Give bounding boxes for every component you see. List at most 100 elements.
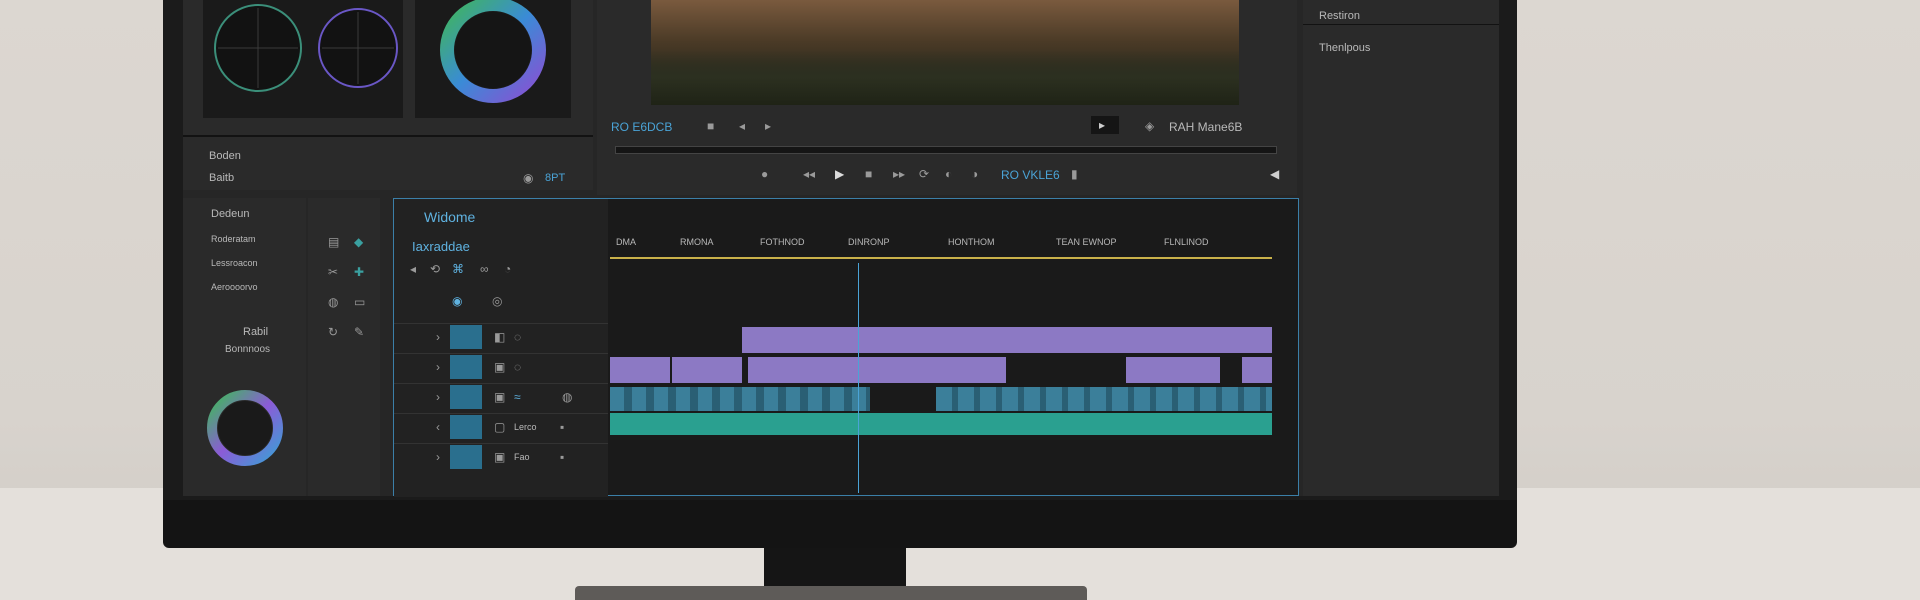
track-name-1: Lerco (514, 422, 537, 432)
collapse-icon[interactable]: ◀ (1270, 168, 1279, 180)
track-audio-icon-3[interactable]: ▣ (494, 451, 505, 463)
timeline-panel: Widome Iaxraddae ◂ ⟲ ⌘ ∞ ◔ ◉ ◎ › ◧ ◌ › ▣… (393, 198, 1299, 497)
timecode-left: RO E6DCB (611, 120, 673, 134)
audio-clip-1[interactable] (610, 387, 870, 411)
tool-icon-4[interactable]: ✚ (354, 266, 364, 278)
track-thumb-1 (450, 325, 482, 349)
ruler-label-2: RMONA (680, 237, 714, 247)
sync-icon[interactable]: ⟲ (430, 263, 440, 275)
diamond-icon[interactable]: ◈ (1145, 120, 1154, 132)
color-wheels (214, 4, 398, 92)
ruler-label-7: FLNLINOD (1164, 237, 1209, 247)
doc-icon[interactable]: ▤ (328, 236, 339, 248)
out-point-icon[interactable]: ◑ (971, 168, 978, 180)
track-eye-icon-3[interactable]: ◌ (514, 361, 521, 373)
left-item-3[interactable]: Aeroooorvo (211, 282, 258, 292)
color-label-2: Baitb (209, 172, 235, 184)
skip-icon[interactable]: ▸▸ (893, 168, 905, 180)
track-audio-icon[interactable]: ▣ (494, 391, 505, 403)
left-column: Dedeun Roderatam Lessroacon Aeroooorvo R… (183, 198, 306, 496)
tool-icon-8[interactable]: ✎ (354, 326, 364, 338)
video-clip-3[interactable] (672, 357, 742, 383)
tool-icon-5[interactable]: ◍ (328, 296, 338, 308)
left-item-1[interactable]: Roderatam (211, 234, 256, 244)
clips-area (610, 263, 1272, 493)
marker-icon[interactable]: ◔ (504, 263, 511, 275)
step-back-icon[interactable]: ◂◂ (803, 168, 815, 180)
track-mute-icon[interactable]: ◍ (562, 391, 572, 403)
color-wheel-small[interactable] (183, 376, 306, 496)
link-icon[interactable]: ◉ (523, 172, 533, 184)
track-eye-icon[interactable]: ◉ (452, 295, 462, 307)
track-video-icon[interactable]: ◧ (494, 331, 505, 343)
track-expand-icon-3[interactable]: › (436, 391, 440, 403)
lock-icon[interactable]: ◎ (492, 295, 502, 307)
bookmark-icon[interactable]: ▮ (1071, 168, 1078, 180)
left-heading: Dedeun (211, 208, 250, 220)
left-sublabel-2: Bonnnoos (225, 344, 271, 355)
stop-icon[interactable]: ■ (865, 168, 872, 180)
editor-screen: Boden Baitb ◉ 8PT RO E6DCB ■ ◂ ▸ ▸ ◈ RAH… (183, 0, 1499, 497)
track-wave-icon[interactable]: ≈ (514, 391, 521, 403)
ruler-label-1: DMA (616, 237, 636, 247)
scrub-bar[interactable] (615, 146, 1277, 154)
play-icon[interactable]: ▶ (835, 168, 844, 180)
ruler-label-5: HONTHOM (948, 237, 995, 247)
color-label-1: Boden (209, 150, 241, 162)
video-clip-5[interactable] (1126, 357, 1220, 383)
loop-icon[interactable]: ⟳ (919, 168, 929, 180)
in-point-icon[interactable]: ◐ (945, 168, 952, 180)
gain-wheel-box (415, 0, 571, 118)
timeline-ruler[interactable]: DMA RMONA FOTHNOD DINRONP HONTHOM TEAN E… (610, 237, 1272, 263)
track-expand-icon-2[interactable]: › (436, 361, 440, 373)
timeline-subtitle: Iaxraddae (412, 239, 470, 254)
playhead[interactable] (858, 263, 859, 493)
track-solo-icon-2[interactable]: ▪ (560, 451, 564, 463)
track-name-2: Fao (514, 452, 530, 462)
video-clip-2[interactable] (610, 357, 670, 383)
inspector-label-1: Restiron (1319, 10, 1360, 22)
audio-clip-3[interactable] (610, 413, 1272, 435)
speaker-icon[interactable]: ◂ (410, 263, 416, 275)
mark-icon[interactable]: ■ (707, 120, 714, 132)
track-headers: Widome Iaxraddae ◂ ⟲ ⌘ ∞ ◔ ◉ ◎ › ◧ ◌ › ▣… (394, 199, 608, 497)
flag-icon: ▸ (1099, 118, 1106, 132)
video-clip-6[interactable] (1242, 357, 1272, 383)
gain-wheel[interactable] (415, 0, 571, 118)
tool-icon-2[interactable]: ◆ (354, 236, 363, 248)
track-expand-icon-4[interactable]: ‹ (436, 421, 440, 433)
track-thumb-4 (450, 415, 482, 439)
video-clip-1[interactable] (742, 327, 1272, 353)
track-audio-icon-2[interactable]: ▢ (494, 421, 505, 433)
track-solo-icon[interactable]: ▪ (560, 421, 564, 433)
prev-marker-icon[interactable]: ◂ (739, 120, 745, 132)
left-item-2[interactable]: Lessroacon (211, 258, 258, 268)
track-thumb-3 (450, 385, 482, 409)
inspector-panel: Restiron Thenlpous (1303, 0, 1499, 496)
video-clip-4[interactable] (748, 357, 1006, 383)
track-expand-icon[interactable]: › (436, 331, 440, 343)
timecode-center: RO VKLE6 (1001, 168, 1060, 182)
razor-icon[interactable]: ✂ (328, 266, 338, 278)
color-panel: Boden Baitb ◉ 8PT (183, 0, 593, 190)
tool-icon-6[interactable]: ▭ (354, 296, 365, 308)
color-wheels-group (203, 0, 403, 118)
next-marker-icon[interactable]: ▸ (765, 120, 771, 132)
record-icon[interactable]: ● (761, 168, 768, 180)
ruler-label-6: TEAN EWNOP (1056, 237, 1117, 247)
track-expand-icon-5[interactable]: › (436, 451, 440, 463)
track-eye-icon-2[interactable]: ◌ (514, 331, 521, 343)
color-value: 8PT (545, 172, 566, 184)
flag-button[interactable]: ▸ (1091, 116, 1119, 134)
ruler-line (610, 257, 1272, 259)
viewer-panel: RO E6DCB ■ ◂ ▸ ▸ ◈ RAH Mane6B ● ◂◂ ▶ ■ ▸… (597, 0, 1297, 195)
audio-clip-2[interactable] (936, 387, 1272, 411)
timeline-title: Widome (424, 209, 476, 225)
monitor-stand-base (575, 586, 1087, 600)
tool-icon-7[interactable]: ↻ (328, 326, 338, 338)
track-video-icon-2[interactable]: ▣ (494, 361, 505, 373)
monitor-stand-neck (764, 548, 906, 588)
video-preview (651, 0, 1239, 105)
link-clip-icon[interactable]: ∞ (480, 263, 489, 275)
snap-icon[interactable]: ⌘ (452, 263, 464, 275)
